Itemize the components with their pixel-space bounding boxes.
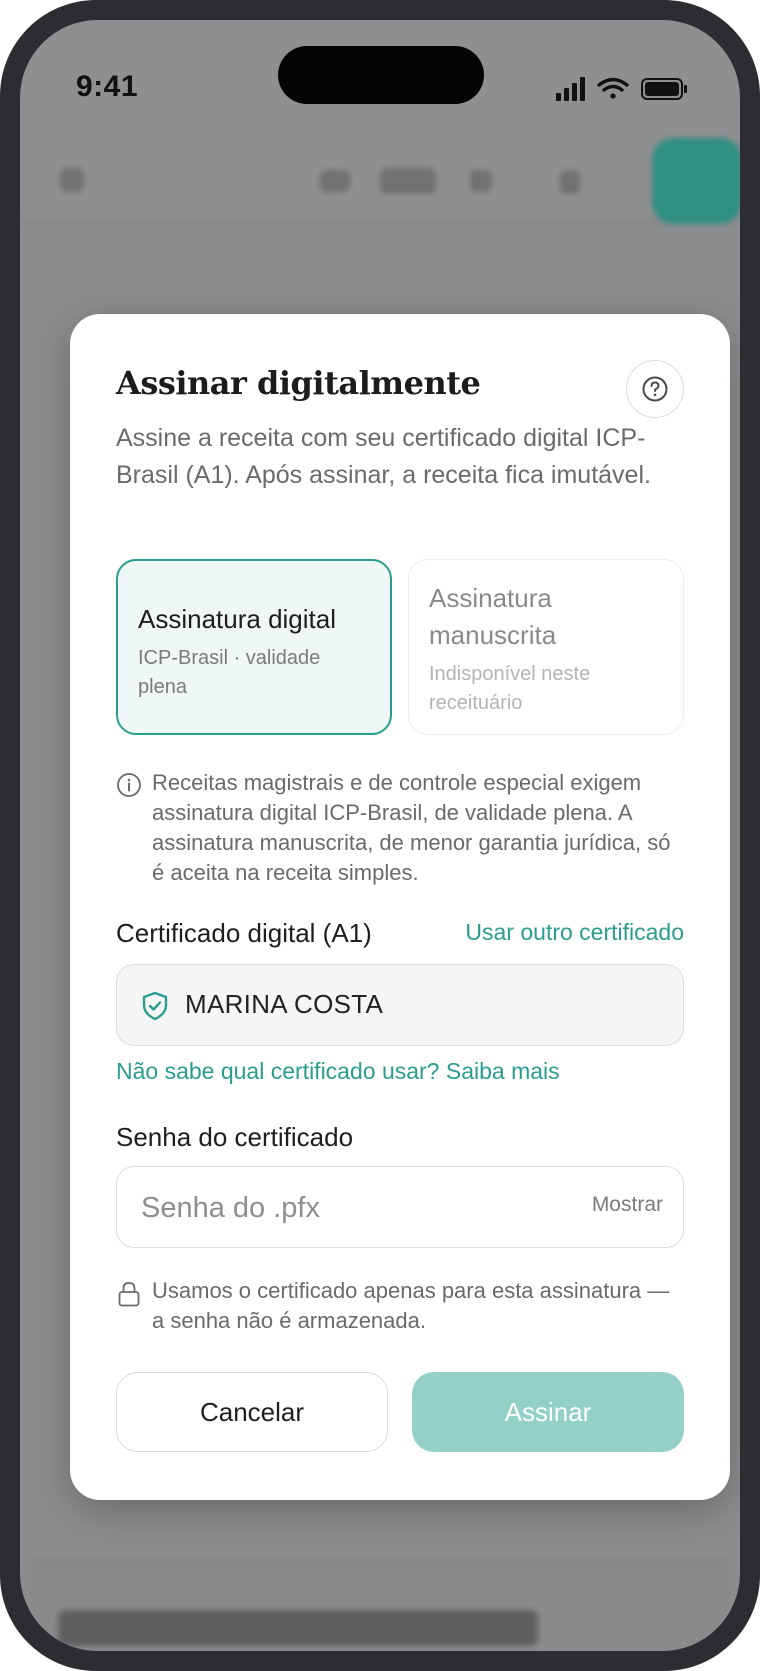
lock-icon [118,1282,140,1307]
notice-text: Receitas magistrais e de controle especi… [152,770,671,885]
certificate-name: MARINA COSTA [185,989,384,1019]
sign-dialog: Assinar digitalmente Assine a receita co… [70,314,730,1500]
password-label: Senha do certificado [116,1122,354,1152]
dialog-title: Assinar digitalmente [116,364,481,402]
question-icon [642,376,668,402]
security-note-text: Usamos o certificado apenas para esta as… [152,1278,670,1333]
battery-icon [641,78,687,100]
password-field: Mostrar [116,1166,684,1248]
status-time: 9:41 [76,70,139,103]
dialog-description: Assine a receita com seu certificado dig… [116,424,651,489]
info-icon [117,773,141,797]
background-zoom [380,168,436,194]
system-status-icons [556,77,687,101]
phone-frame: 9:41 Assinar digitalmente Assine a recei… [0,0,760,1671]
background-icon [320,170,350,192]
wifi-icon [597,77,629,99]
password-input[interactable] [139,1181,563,1235]
background-icon [560,170,580,194]
sign-button[interactable]: Assinar [412,1372,684,1452]
signal-icon [556,77,585,101]
option-subtitle: ICP-Brasil · validade plena [138,647,321,698]
use-other-certificate-link[interactable]: Usar outro certificado [465,919,684,946]
certificate-field[interactable]: MARINA COSTA [116,964,684,1046]
status-bar: 9:41 [20,20,740,120]
background-icon [60,168,84,192]
background-edit-button [652,138,740,224]
dynamic-island [278,46,484,104]
background-icon [470,170,492,192]
certificate-label: Certificado digital (A1) [116,918,372,948]
show-password-button[interactable]: Mostrar [592,1193,663,1217]
cancel-button[interactable]: Cancelar [116,1372,388,1452]
certificate-help-link[interactable]: Não sabe qual certificado usar? Saiba ma… [116,1058,560,1085]
option-handwritten-signature: Assinatura manuscrita Indisponível neste… [408,559,684,735]
background-card-text [58,1610,538,1646]
legal-notice: Receitas magistrais e de controle especi… [116,768,686,888]
option-title: Assinatura digital [138,604,336,634]
option-digital-signature[interactable]: Assinatura digital ICP-Brasil · validade… [116,559,392,735]
option-subtitle: Indisponível neste receituário [429,663,591,714]
shield-check-icon [142,991,168,1021]
help-button[interactable] [626,360,684,418]
security-note: Usamos o certificado apenas para esta as… [116,1276,686,1336]
screen: 9:41 Assinar digitalmente Assine a recei… [20,20,740,1651]
option-title: Assinatura manuscrita [429,583,557,650]
